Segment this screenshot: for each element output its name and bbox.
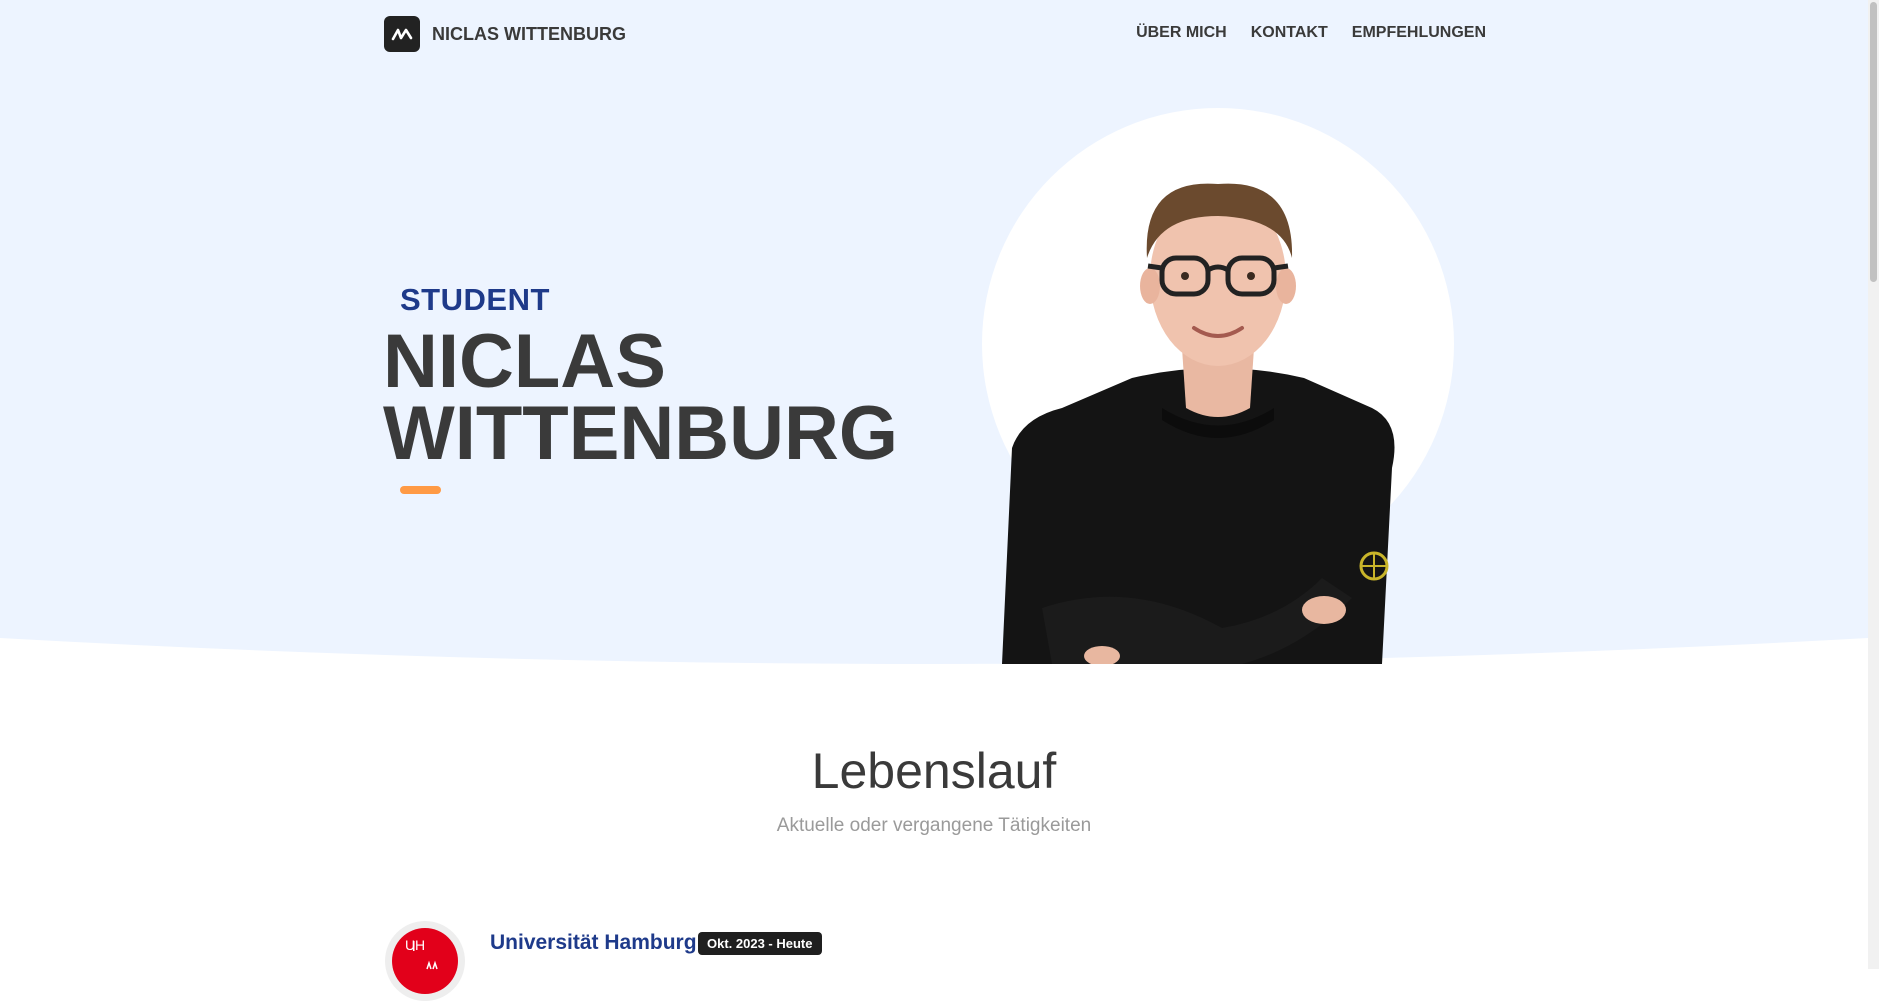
brand-home-link[interactable]: NICLAS WITTENBURG [384, 16, 626, 52]
cv-entry-period-badge: Okt. 2023 - Heute [698, 932, 822, 955]
nav-link-empfehlungen[interactable]: EMPFEHLUNGEN [1352, 24, 1486, 42]
profile-portrait [982, 108, 1454, 664]
hero-role-label: STUDENT [400, 282, 550, 317]
hero-name-heading: NICLAS WITTENBURG [383, 324, 898, 472]
hero-background [0, 0, 1868, 665]
svg-text:H: H [415, 937, 425, 953]
brand-name: NICLAS WITTENBURG [432, 23, 626, 44]
page-scrollbar[interactable] [1868, 0, 1879, 969]
hero-name-line2: WITTENBURG [383, 391, 899, 476]
nav-link-ueber-mich[interactable]: ÜBER MICH [1136, 24, 1227, 42]
university-hamburg-logo: U H [385, 921, 465, 1001]
scrollbar-thumb[interactable] [1870, 2, 1877, 282]
nw-monogram-icon [384, 16, 420, 52]
nav-link-kontakt[interactable]: KONTAKT [1251, 24, 1328, 42]
main-menu: ÜBER MICH KONTAKT EMPFEHLUNGEN [1136, 24, 1486, 42]
hero-wave-divider [0, 638, 1868, 675]
cv-section-title: Lebenslauf [811, 743, 1057, 799]
hero-accent-bar [400, 486, 441, 494]
cv-entry-institution[interactable]: Universität Hamburg [490, 931, 697, 955]
cv-section-subtitle: Aktuelle oder vergangene Tätigkeiten [776, 815, 1092, 836]
top-navigation: NICLAS WITTENBURG ÜBER MICH KONTAKT EMPF… [384, 16, 1486, 52]
